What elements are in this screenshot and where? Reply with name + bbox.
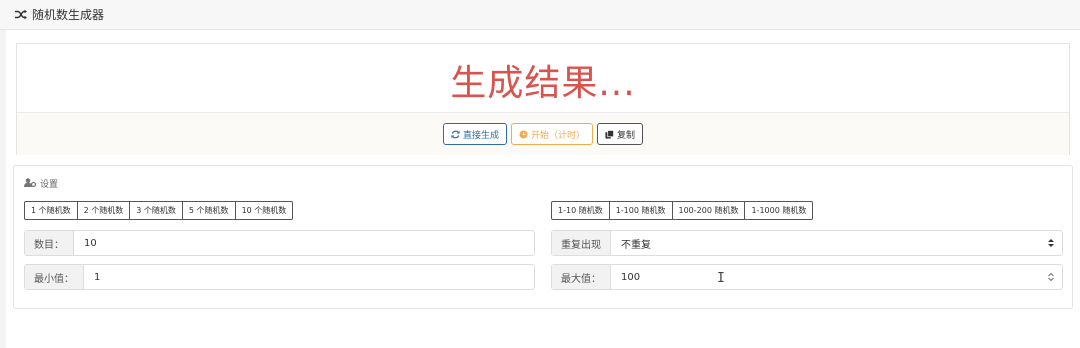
left-gutter: [0, 30, 6, 348]
copy-icon: [605, 129, 614, 139]
max-input[interactable]: 100 I: [611, 265, 1062, 289]
settings-title: 设置: [40, 180, 59, 190]
repeat-select[interactable]: 不重复: [611, 231, 1062, 255]
min-label: 最小值：: [25, 265, 84, 289]
count-option-3[interactable]: 3 个随机数: [130, 201, 183, 220]
count-field: 数目： 10: [24, 230, 535, 256]
settings-panel: 设置 1 个随机数 2 个随机数 3 个随机数 5 个随机数 10 个随机数 1…: [13, 165, 1073, 309]
result-display: 生成结果...: [450, 63, 636, 104]
range-option-1-100[interactable]: 1-100 随机数: [609, 201, 673, 220]
range-option-100-200[interactable]: 100-200 随机数: [672, 201, 746, 220]
number-spinner-icon[interactable]: [1048, 272, 1054, 282]
count-label: 数目：: [25, 231, 74, 255]
min-field: 最小值： 1: [24, 264, 535, 290]
range-option-1-10[interactable]: 1-10 随机数: [551, 201, 610, 220]
direct-generate-label: 直接生成: [462, 130, 499, 141]
text-cursor-icon: I: [717, 271, 725, 286]
count-option-1[interactable]: 1 个随机数: [24, 201, 78, 220]
max-input-value: 100: [621, 271, 641, 283]
repeat-label: 重复出现: [552, 231, 611, 255]
min-input[interactable]: 1: [84, 265, 534, 289]
range-option-1-1000[interactable]: 1-1000 随机数: [745, 201, 814, 220]
refresh-icon: [451, 130, 460, 139]
max-field: 最大值： 100 I: [551, 264, 1063, 290]
count-presets: 1 个随机数 2 个随机数 3 个随机数 5 个随机数 10 个随机数: [24, 201, 294, 220]
count-option-2[interactable]: 2 个随机数: [77, 201, 131, 220]
result-actions: 直接生成 开始（计时） 复制: [17, 112, 1069, 155]
count-option-10[interactable]: 10 个随机数: [235, 201, 294, 220]
result-panel: 生成结果... 直接生成 开始（计时） 复制: [16, 43, 1070, 155]
select-caret-icon: [1048, 239, 1054, 248]
range-presets: 1-10 随机数 1-100 随机数 100-200 随机数 1-1000 随机…: [551, 201, 814, 220]
clock-icon: [519, 129, 528, 139]
max-label: 最大值：: [552, 265, 611, 289]
user-settings-icon: [24, 177, 37, 190]
shuffle-icon: [14, 8, 28, 22]
repeat-field: 重复出现 不重复: [551, 230, 1063, 256]
copy-button[interactable]: 复制: [597, 123, 644, 145]
copy-label: 复制: [617, 130, 636, 141]
start-timed-label: 开始（计时）: [530, 130, 585, 141]
app-header: 随机数生成器: [0, 0, 1080, 30]
count-input[interactable]: 10: [74, 231, 534, 255]
direct-generate-button[interactable]: 直接生成: [442, 123, 507, 145]
start-timed-button[interactable]: 开始（计时）: [510, 123, 593, 145]
app-title: 随机数生成器: [32, 8, 105, 22]
count-option-5[interactable]: 5 个随机数: [182, 201, 236, 220]
settings-heading: 设置: [24, 177, 58, 190]
repeat-select-value: 不重复: [621, 239, 651, 251]
